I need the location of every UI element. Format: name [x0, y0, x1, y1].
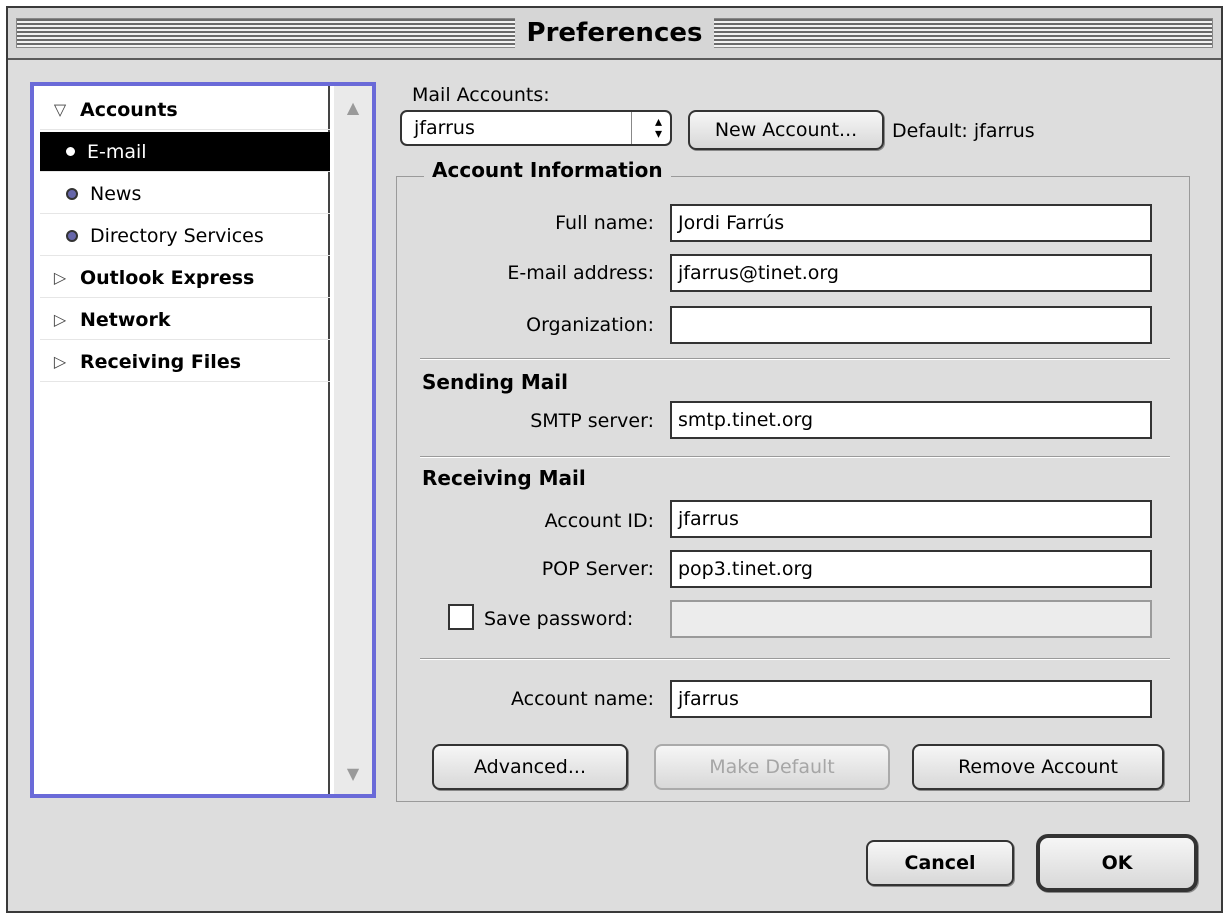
account-information-title: Account Information — [424, 158, 671, 182]
password-field — [670, 600, 1152, 638]
disclosure-closed-icon[interactable]: ▷ — [40, 310, 80, 329]
sidebar-item-label: Outlook Express — [80, 266, 255, 289]
mail-accounts-label: Mail Accounts: — [412, 84, 550, 106]
popup-separator — [631, 112, 632, 144]
sending-mail-heading: Sending Mail — [422, 370, 569, 394]
bullet-icon — [66, 187, 78, 200]
default-account-text: Default: jfarrus — [892, 120, 1035, 142]
save-password-checkbox[interactable] — [448, 604, 474, 630]
mail-accounts-selected: jfarrus — [414, 117, 475, 139]
receiving-mail-heading: Receiving Mail — [422, 466, 586, 490]
email-address-field[interactable]: jfarrus@tinet.org — [670, 254, 1152, 292]
category-list: ▽ Accounts E-mail News Directory Service… — [34, 86, 330, 794]
bullet-icon — [66, 147, 75, 156]
category-list-panel: ▽ Accounts E-mail News Directory Service… — [30, 82, 376, 798]
organization-label: Organization: — [526, 314, 654, 336]
remove-account-button[interactable]: Remove Account — [912, 744, 1164, 790]
scroll-down-arrow-icon[interactable]: ▼ — [334, 756, 372, 790]
make-default-button: Make Default — [654, 744, 890, 790]
account-name-field[interactable]: jfarrus — [670, 680, 1152, 718]
sidebar-item-label: Network — [80, 308, 171, 331]
cancel-button[interactable]: Cancel — [866, 840, 1014, 886]
bullet-icon — [66, 229, 78, 242]
ok-button[interactable]: OK — [1036, 834, 1198, 892]
sidebar-item-label: News — [90, 182, 142, 205]
sidebar-item-accounts[interactable]: ▽ Accounts — [40, 90, 330, 130]
save-password-label: Save password: — [484, 608, 634, 630]
account-id-field[interactable]: jfarrus — [670, 500, 1152, 538]
title-bar[interactable]: Preferences — [8, 8, 1221, 60]
sidebar-item-network[interactable]: ▷ Network — [40, 300, 330, 340]
full-name-label: Full name: — [555, 212, 654, 234]
popup-arrows-icon: ▴ ▾ — [654, 114, 662, 142]
smtp-server-field[interactable]: smtp.tinet.org — [670, 401, 1152, 439]
divider — [420, 658, 1170, 660]
sidebar-item-label: Directory Services — [90, 224, 264, 247]
divider — [420, 456, 1170, 458]
sidebar-item-news[interactable]: News — [40, 174, 330, 214]
disclosure-closed-icon[interactable]: ▷ — [40, 268, 80, 287]
pop-server-label: POP Server: — [541, 558, 654, 580]
sidebar-scrollbar[interactable]: ▲ ▼ — [334, 86, 372, 794]
organization-field[interactable] — [670, 306, 1152, 344]
sidebar-item-directory-services[interactable]: Directory Services — [40, 216, 330, 256]
full-name-field[interactable]: Jordi Farrús — [670, 204, 1152, 242]
new-account-button[interactable]: New Account... — [688, 110, 884, 150]
account-id-label: Account ID: — [544, 510, 654, 532]
sidebar-item-email[interactable]: E-mail — [40, 132, 330, 172]
account-name-label: Account name: — [510, 688, 654, 710]
scroll-up-arrow-icon[interactable]: ▲ — [334, 90, 372, 124]
window-title: Preferences — [514, 14, 715, 52]
sidebar-item-label: Receiving Files — [80, 350, 242, 373]
smtp-server-label: SMTP server: — [530, 410, 654, 432]
advanced-button[interactable]: Advanced... — [432, 744, 628, 790]
sidebar-item-outlook-express[interactable]: ▷ Outlook Express — [40, 258, 330, 298]
pop-server-field[interactable]: pop3.tinet.org — [670, 550, 1152, 588]
sidebar-item-receiving-files[interactable]: ▷ Receiving Files — [40, 342, 330, 382]
email-address-label: E-mail address: — [507, 262, 654, 284]
sidebar-item-label: E-mail — [87, 140, 147, 163]
sidebar-item-label: Accounts — [80, 98, 178, 121]
mail-accounts-popup[interactable]: jfarrus ▴ ▾ — [400, 110, 672, 146]
disclosure-closed-icon[interactable]: ▷ — [40, 352, 80, 371]
divider — [420, 358, 1170, 360]
disclosure-open-icon[interactable]: ▽ — [40, 100, 80, 119]
